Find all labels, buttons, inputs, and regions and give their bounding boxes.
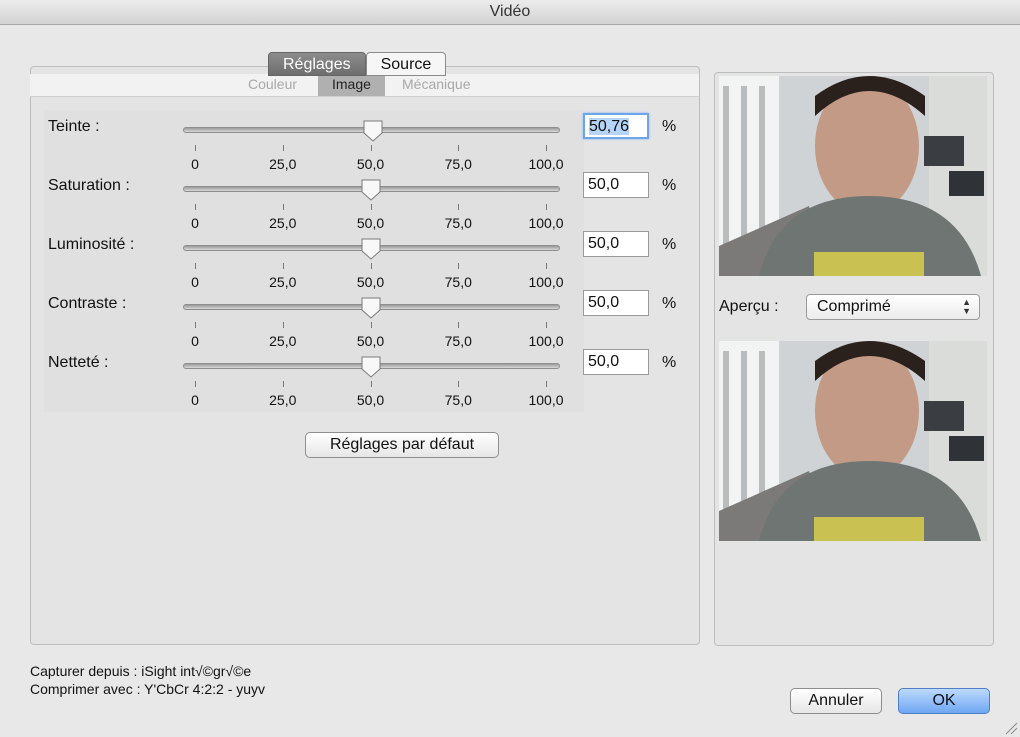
cancel-button[interactable]: Annuler — [790, 688, 882, 714]
slider-tick — [282, 204, 284, 210]
slider-tick — [282, 145, 284, 151]
slider-tick — [195, 145, 196, 151]
unit-label: % — [662, 236, 677, 253]
slider-tick — [195, 204, 196, 210]
slider-tick-label: 0 — [191, 333, 199, 349]
slider-tick — [370, 204, 372, 210]
slider-tick — [458, 204, 460, 210]
slider-thumb[interactable] — [360, 237, 382, 261]
slider-tick — [195, 381, 196, 387]
resize-grip-icon[interactable] — [1004, 721, 1018, 735]
slider-tick — [546, 322, 547, 328]
unit-label: % — [662, 118, 677, 135]
slider-tick — [546, 263, 547, 269]
slider-tick-label: 25,0 — [269, 333, 297, 349]
subtab-bar: Couleur Image Mécanique — [30, 74, 699, 97]
slider-tick-label: 100,0 — [528, 392, 564, 408]
slider-tick-label: 100,0 — [528, 333, 564, 349]
slider-value-text: 50,0 — [588, 235, 620, 252]
slider-value-text: 50,0 — [588, 176, 620, 193]
slider-tick — [370, 322, 372, 328]
slider-tick-label: 75,0 — [444, 392, 472, 408]
capture-source-text: Capturer depuis : iSight int√©gr√©e — [30, 663, 252, 679]
reset-defaults-button[interactable]: Réglages par défaut — [305, 432, 499, 458]
slider-tick-label: 50,0 — [356, 215, 385, 231]
slider-value-text: 50,0 — [588, 353, 620, 370]
slider-tick-label: 75,0 — [444, 215, 472, 231]
slider-tick-label: 75,0 — [444, 333, 472, 349]
subtab-image[interactable]: Image — [318, 74, 385, 96]
unit-label: % — [662, 354, 677, 371]
slider-tick — [370, 381, 372, 387]
tab-reglages[interactable]: Réglages — [268, 52, 366, 76]
slider-tick-label: 25,0 — [269, 274, 297, 290]
slider-tick-label: 50,0 — [356, 156, 385, 172]
slider-tick-label: 25,0 — [269, 392, 297, 408]
subtab-couleur[interactable]: Couleur — [248, 74, 297, 96]
slider-tick — [282, 322, 284, 328]
slider-thumb[interactable] — [360, 355, 382, 379]
slider-thumb[interactable] — [360, 296, 382, 320]
slider-tick — [458, 145, 460, 151]
slider-label: Contraste : — [48, 295, 127, 312]
slider-label: Saturation : — [48, 177, 130, 194]
preview-image-bottom — [719, 341, 987, 541]
slider-tick — [370, 263, 372, 269]
compressor-text: Comprimer avec : Y'CbCr 4:2:2 - yuyv — [30, 681, 266, 697]
slider-tick — [282, 263, 284, 269]
select-arrows-icon: ▲ ▼ — [962, 297, 971, 316]
slider-tick — [458, 263, 460, 269]
slider-tick-label: 25,0 — [269, 156, 297, 172]
slider-tick-label: 100,0 — [528, 215, 564, 231]
slider-tick — [282, 381, 284, 387]
slider-tick — [546, 145, 547, 151]
slider-value-field[interactable]: 50,0 — [583, 172, 649, 198]
tab-bar: Réglages Source — [268, 52, 447, 76]
slider-tick-label: 100,0 — [528, 274, 564, 290]
slider-tick — [546, 381, 547, 387]
slider-tick-label: 100,0 — [528, 156, 564, 172]
slider-tick-label: 75,0 — [444, 274, 472, 290]
slider-value-field[interactable]: 50,76 — [583, 113, 649, 139]
slider-tick-label: 50,0 — [356, 333, 385, 349]
slider-value-field[interactable]: 50,0 — [583, 231, 649, 257]
preview-select[interactable]: Comprimé ▲ ▼ — [806, 294, 980, 320]
slider-tick-label: 50,0 — [356, 274, 385, 290]
slider-label: Netteté : — [48, 354, 109, 371]
window-title: Vidéo — [0, 0, 1020, 25]
slider-tick-label: 0 — [191, 392, 199, 408]
slider-thumb[interactable] — [360, 178, 382, 202]
slider-tick — [370, 145, 372, 151]
slider-tick — [458, 322, 460, 328]
preview-label: Aperçu : — [719, 298, 779, 315]
slider-tick — [195, 322, 196, 328]
slider-tick — [546, 204, 547, 210]
slider-tick-label: 0 — [191, 215, 199, 231]
slider-tick-label: 0 — [191, 274, 199, 290]
tab-source[interactable]: Source — [365, 52, 447, 76]
slider-value-field[interactable]: 50,0 — [583, 349, 649, 375]
slider-tick — [195, 263, 196, 269]
slider-tick-label: 0 — [191, 156, 199, 172]
slider-value-text: 50,0 — [588, 294, 620, 311]
unit-label: % — [662, 177, 677, 194]
slider-tick-label: 50,0 — [356, 392, 385, 408]
preview-image-top — [719, 76, 987, 276]
slider-value-field[interactable]: 50,0 — [583, 290, 649, 316]
subtab-mecanique[interactable]: Mécanique — [402, 74, 471, 96]
slider-label: Teinte : — [48, 118, 100, 135]
ok-button[interactable]: OK — [898, 688, 990, 714]
slider-tick-label: 75,0 — [444, 156, 472, 172]
unit-label: % — [662, 295, 677, 312]
slider-label: Luminosité : — [48, 236, 135, 253]
slider-value-text: 50,76 — [589, 118, 630, 135]
slider-thumb[interactable] — [362, 119, 384, 143]
preview-select-value: Comprimé — [817, 298, 891, 315]
slider-tick-label: 25,0 — [269, 215, 297, 231]
slider-tick — [458, 381, 460, 387]
